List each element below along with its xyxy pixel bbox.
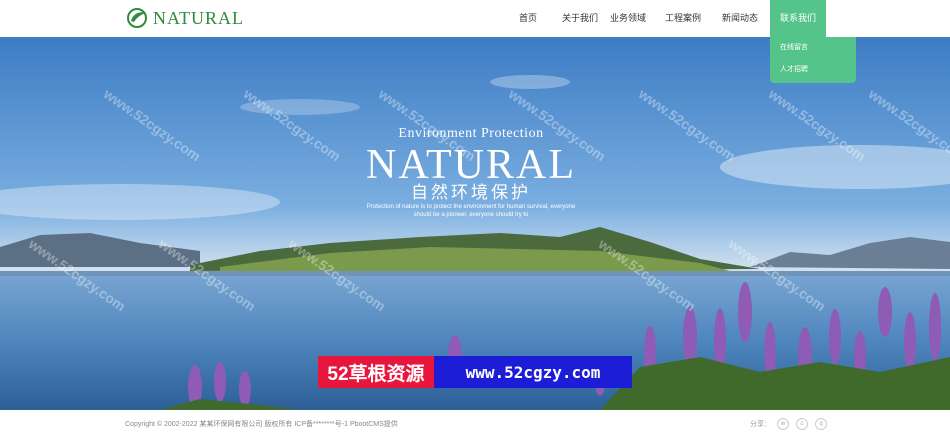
logo-text: NATURAL: [153, 7, 244, 28]
hero-cn-title: 自然环境保护: [411, 183, 531, 202]
hero-banner: www.52cgzy.com www.52cgzy.com www.52cgzy…: [0, 37, 950, 410]
wechat-icon[interactable]: c: [796, 418, 808, 430]
hero-description: Protection of nature is to protect the e…: [0, 203, 946, 219]
promo-banner-left[interactable]: 52草根资源: [318, 356, 434, 388]
nav-cases[interactable]: 工程案例: [655, 0, 711, 37]
logo[interactable]: NATURAL: [125, 7, 244, 29]
hero-landscape-image: [0, 37, 950, 410]
dropdown-item-message[interactable]: 在线留言: [770, 37, 856, 59]
hero-desc-line: should be a pioneer, everyone should try…: [413, 212, 529, 218]
nav-business[interactable]: 业务领域: [600, 0, 656, 37]
leaf-logo-icon: [127, 8, 147, 28]
qq-icon[interactable]: q: [815, 418, 827, 430]
weibo-icon[interactable]: w: [777, 418, 789, 430]
site-footer: Copyright © 2002-2022 某某环保网有限公司 版权所有 ICP…: [0, 410, 950, 435]
copyright-text: Copyright © 2002-2022 某某环保网有限公司 版权所有 ICP…: [125, 421, 398, 428]
hero-desc-line: Protection of nature is to protect the e…: [366, 204, 576, 210]
nav-contact[interactable]: 联系我们: [770, 0, 826, 37]
dropdown-item-jobs[interactable]: 人才招聘: [770, 59, 856, 81]
nav-home[interactable]: 首页: [500, 0, 556, 37]
contact-dropdown: 在线留言 人才招聘: [770, 37, 856, 83]
hero-eyebrow: Environment Protection: [398, 126, 544, 141]
nav-news[interactable]: 新闻动态: [712, 0, 768, 37]
share-label: 分享：: [750, 421, 771, 428]
promo-banner-right[interactable]: www.52cgzy.com: [434, 356, 632, 388]
